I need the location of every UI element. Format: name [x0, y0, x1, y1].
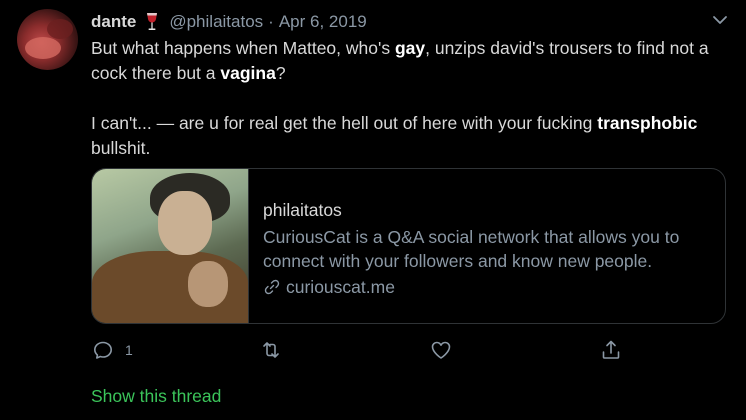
chevron-down-icon[interactable]	[710, 12, 730, 28]
bold-text-run: gay	[394, 38, 426, 58]
card-content: philaitatos CuriousCat is a Q&A social n…	[249, 169, 725, 323]
bold-text-run: transphobic	[597, 113, 698, 133]
avatar[interactable]	[17, 9, 78, 70]
tweet-date[interactable]: Apr 6, 2019	[279, 12, 367, 32]
show-thread-link[interactable]: Show this thread	[91, 386, 221, 407]
thumbnail-shape	[158, 191, 212, 255]
share-button[interactable]	[599, 338, 623, 362]
tweet-actions: 1	[91, 338, 721, 362]
tweet-text: But what happens when Matteo, who's gay,…	[91, 36, 721, 161]
wine-glass-icon	[144, 12, 160, 32]
retweet-button[interactable]	[259, 338, 283, 362]
card-thumbnail	[92, 169, 249, 323]
card-link-text: curiouscat.me	[286, 277, 395, 297]
tweet[interactable]: dante @philaitatos · Apr 6, 2019 But wha…	[0, 0, 746, 420]
reply-icon	[94, 341, 112, 359]
reply-button[interactable]: 1	[91, 338, 133, 362]
author-name[interactable]: dante	[91, 12, 136, 32]
avatar-shape	[47, 19, 73, 39]
card-title: philaitatos	[263, 200, 342, 220]
text-run: ?	[275, 63, 286, 83]
bold-text-run: vagina	[220, 63, 276, 83]
thumbnail-shape	[188, 261, 228, 307]
heart-icon	[431, 341, 451, 359]
author-handle[interactable]: @philaitatos	[169, 12, 263, 32]
card-link: curiouscat.me	[263, 275, 711, 299]
tweet-paragraph: I can't... — are u for real get the hell…	[91, 111, 721, 161]
text-run: But what happens when Matteo, who's	[91, 38, 395, 58]
separator-dot: ·	[268, 12, 274, 31]
card-description: CuriousCat is a Q&A social network that …	[263, 227, 680, 271]
share-icon	[602, 340, 620, 359]
retweet-icon	[263, 342, 279, 358]
link-icon	[263, 278, 281, 296]
tweet-paragraph: But what happens when Matteo, who's gay,…	[91, 36, 721, 86]
tweet-header: dante @philaitatos · Apr 6, 2019	[91, 10, 367, 34]
reply-count: 1	[125, 342, 133, 358]
text-run: bullshit.	[91, 138, 151, 158]
link-card[interactable]: philaitatos CuriousCat is a Q&A social n…	[91, 168, 726, 324]
avatar-shape	[25, 37, 61, 59]
text-run: I can't... — are u for real get the hell…	[91, 113, 598, 133]
like-button[interactable]	[429, 338, 453, 362]
